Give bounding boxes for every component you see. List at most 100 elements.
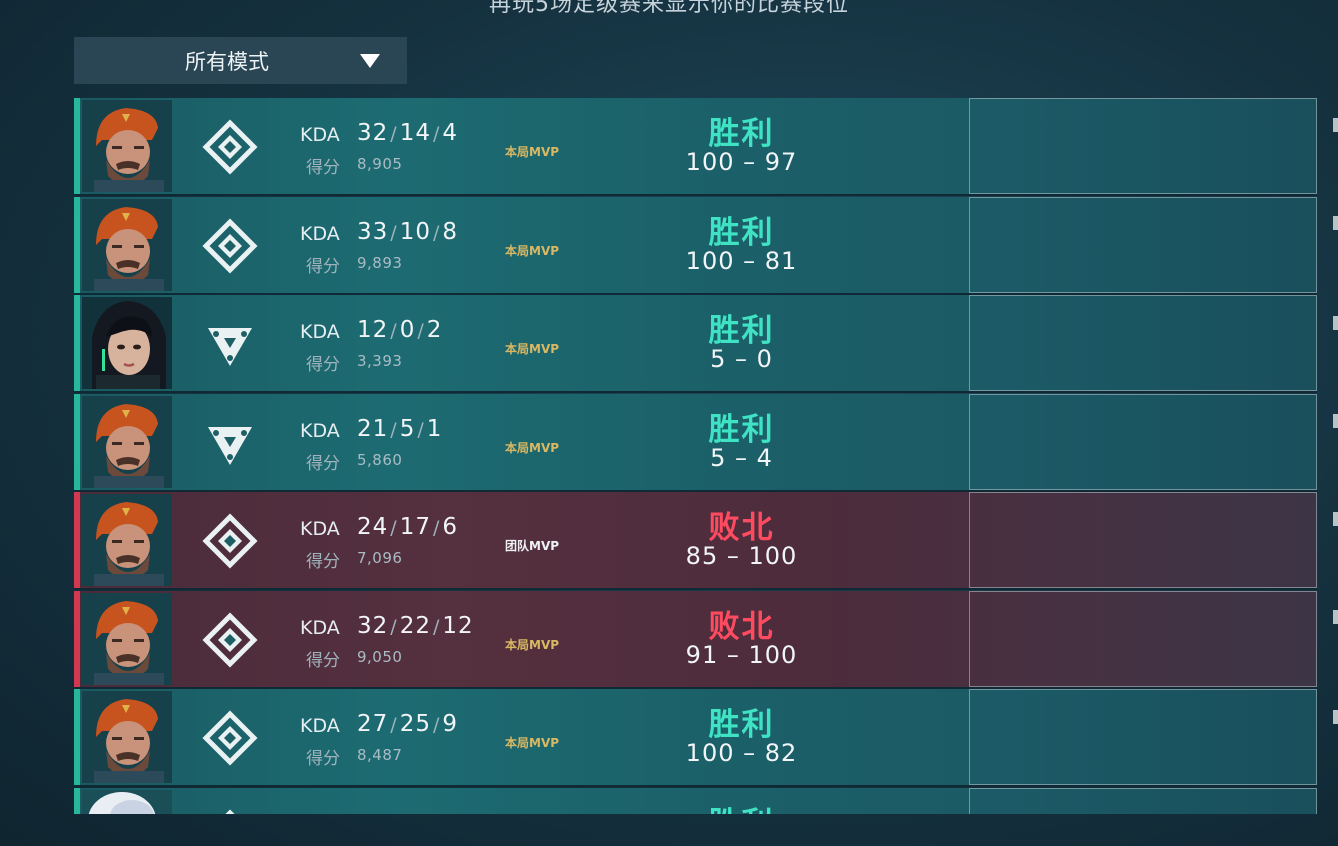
match-row[interactable]: KDA 27/25/9 得分 8,487 本局MVP 胜利 100 – 82 (74, 689, 1317, 787)
score-label: 得分 (306, 158, 340, 178)
match-result: 胜利 (708, 707, 775, 743)
team-score: 100 (685, 148, 735, 176)
agent-portrait (82, 395, 172, 488)
match-row[interactable]: KDA 33/10/8 得分 9,893 本局MVP 胜利 100 – 81 (74, 196, 1317, 295)
score-dash: – (743, 246, 757, 275)
score-dash: – (743, 739, 757, 767)
score-value: 8,905 (357, 155, 403, 173)
kda-value: 12/0/2 (357, 317, 443, 343)
assists: 12 (442, 612, 474, 639)
enemy-score: 97 (764, 148, 798, 176)
score-value: 9,893 (357, 253, 403, 272)
agent-portrait (82, 198, 172, 291)
score-label: 得分 (306, 355, 340, 375)
deaths: 10 (399, 218, 431, 245)
outcome-stripe (74, 196, 80, 293)
kills: 32 (357, 120, 389, 146)
assists: 6 (442, 514, 459, 540)
match-row[interactable]: KDA 12/0/2 得分 3,393 本局MVP 胜利 5 – 0 (74, 295, 1317, 393)
assists: 4 (442, 120, 459, 146)
score-dash: – (726, 640, 740, 669)
kills: 12 (357, 317, 389, 343)
agent-portrait (82, 100, 172, 192)
score-value: 9,050 (357, 647, 403, 666)
round-score: 100 – 82 (634, 739, 849, 767)
match-row[interactable]: KDA 32/22/12 得分 9,050 本局MVP 败北 91 – 100 (74, 590, 1317, 689)
match-row[interactable]: KDA 21/5/1 得分 5,860 本局MVP 胜利 5 – 4 (74, 393, 1317, 492)
mvp-badge: 团队MVP (505, 539, 560, 553)
map-thumbnail (969, 393, 1317, 490)
score-value: 8,487 (357, 746, 403, 764)
score-value: 7,096 (357, 549, 403, 567)
score-dash: – (735, 443, 748, 472)
enemy-score: 81 (764, 246, 798, 275)
enemy-score: 82 (764, 739, 798, 767)
kda-value: // (357, 810, 380, 815)
caret-down-icon (360, 53, 380, 68)
diamond-rank-icon (202, 217, 258, 274)
scroll-indicator[interactable] (1333, 100, 1338, 820)
kda-label: KDA (300, 518, 340, 540)
deaths: 0 (399, 317, 416, 343)
placement-banner: 再玩5场定级赛来显示你的比赛段位 (489, 0, 849, 17)
agent-portrait (82, 494, 172, 586)
map-thumbnail (969, 196, 1317, 293)
match-result: 胜利 (708, 313, 775, 349)
mvp-badge: 本局MVP (505, 342, 560, 356)
team-score: 100 (685, 246, 735, 275)
outcome-stripe (74, 787, 80, 814)
agent-portrait (82, 297, 172, 389)
kills: 24 (357, 514, 389, 540)
round-score: 5 – 4 (634, 444, 849, 472)
enemy-score: 100 (748, 542, 798, 570)
team-score: 85 (685, 542, 719, 570)
score-dash: – (726, 542, 740, 570)
match-result: 胜利 (708, 116, 775, 152)
score-dash: – (735, 345, 748, 373)
triangle-rank-icon (202, 415, 258, 471)
round-score: 5 – 0 (634, 345, 849, 373)
enemy-score: 100 (748, 640, 798, 669)
match-row[interactable]: KDA 32/14/4 得分 8,905 本局MVP 胜利 100 – 97 (74, 98, 1317, 196)
match-result: 败北 (708, 608, 775, 645)
outcome-stripe (74, 689, 80, 785)
agent-portrait (82, 592, 172, 685)
round-score: 91 – 100 (634, 641, 849, 669)
round-score: 85 – 100 (634, 542, 849, 570)
assists: 8 (442, 218, 459, 245)
match-row[interactable]: KDA 24/17/6 得分 7,096 团队MVP 败北 85 – 100 (74, 492, 1317, 590)
score-value: 3,393 (357, 352, 403, 370)
score-label: 得分 (306, 453, 340, 474)
agent-portrait (82, 691, 172, 783)
map-thumbnail (969, 295, 1317, 391)
match-row[interactable]: KDA//得分胜利 – (74, 787, 1317, 815)
outcome-stripe (74, 98, 80, 194)
kills: 33 (357, 218, 389, 245)
round-score: 100 – 81 (634, 247, 849, 275)
score-label: 得分 (306, 749, 340, 769)
outcome-stripe (74, 590, 80, 687)
mvp-badge: 本局MVP (505, 145, 560, 159)
score-label: 得分 (306, 256, 340, 277)
kda-value: 24/17/6 (357, 514, 459, 540)
deaths: 25 (399, 711, 431, 737)
team-score: 91 (685, 640, 719, 669)
assists: 9 (442, 711, 459, 737)
diamond-rank-icon (202, 119, 258, 175)
kda-label: KDA (300, 124, 340, 146)
team-score: 5 (710, 345, 727, 373)
kills: 27 (357, 711, 389, 737)
match-result: 胜利 (634, 798, 849, 815)
outcome-stripe (74, 295, 80, 391)
match-result: 败北 (708, 510, 775, 546)
diamond-rank-icon (202, 513, 258, 569)
team-score: 5 (710, 443, 727, 472)
kda-label: KDA (300, 222, 340, 245)
map-thumbnail (969, 590, 1317, 687)
score-dash: – (743, 148, 757, 176)
kda-value: 27/25/9 (357, 711, 459, 737)
kda-label: KDA (300, 321, 340, 343)
mode-filter-dropdown[interactable]: 所有模式 (74, 37, 407, 84)
kda-value: 21/5/1 (357, 415, 443, 442)
map-thumbnail (969, 787, 1317, 814)
